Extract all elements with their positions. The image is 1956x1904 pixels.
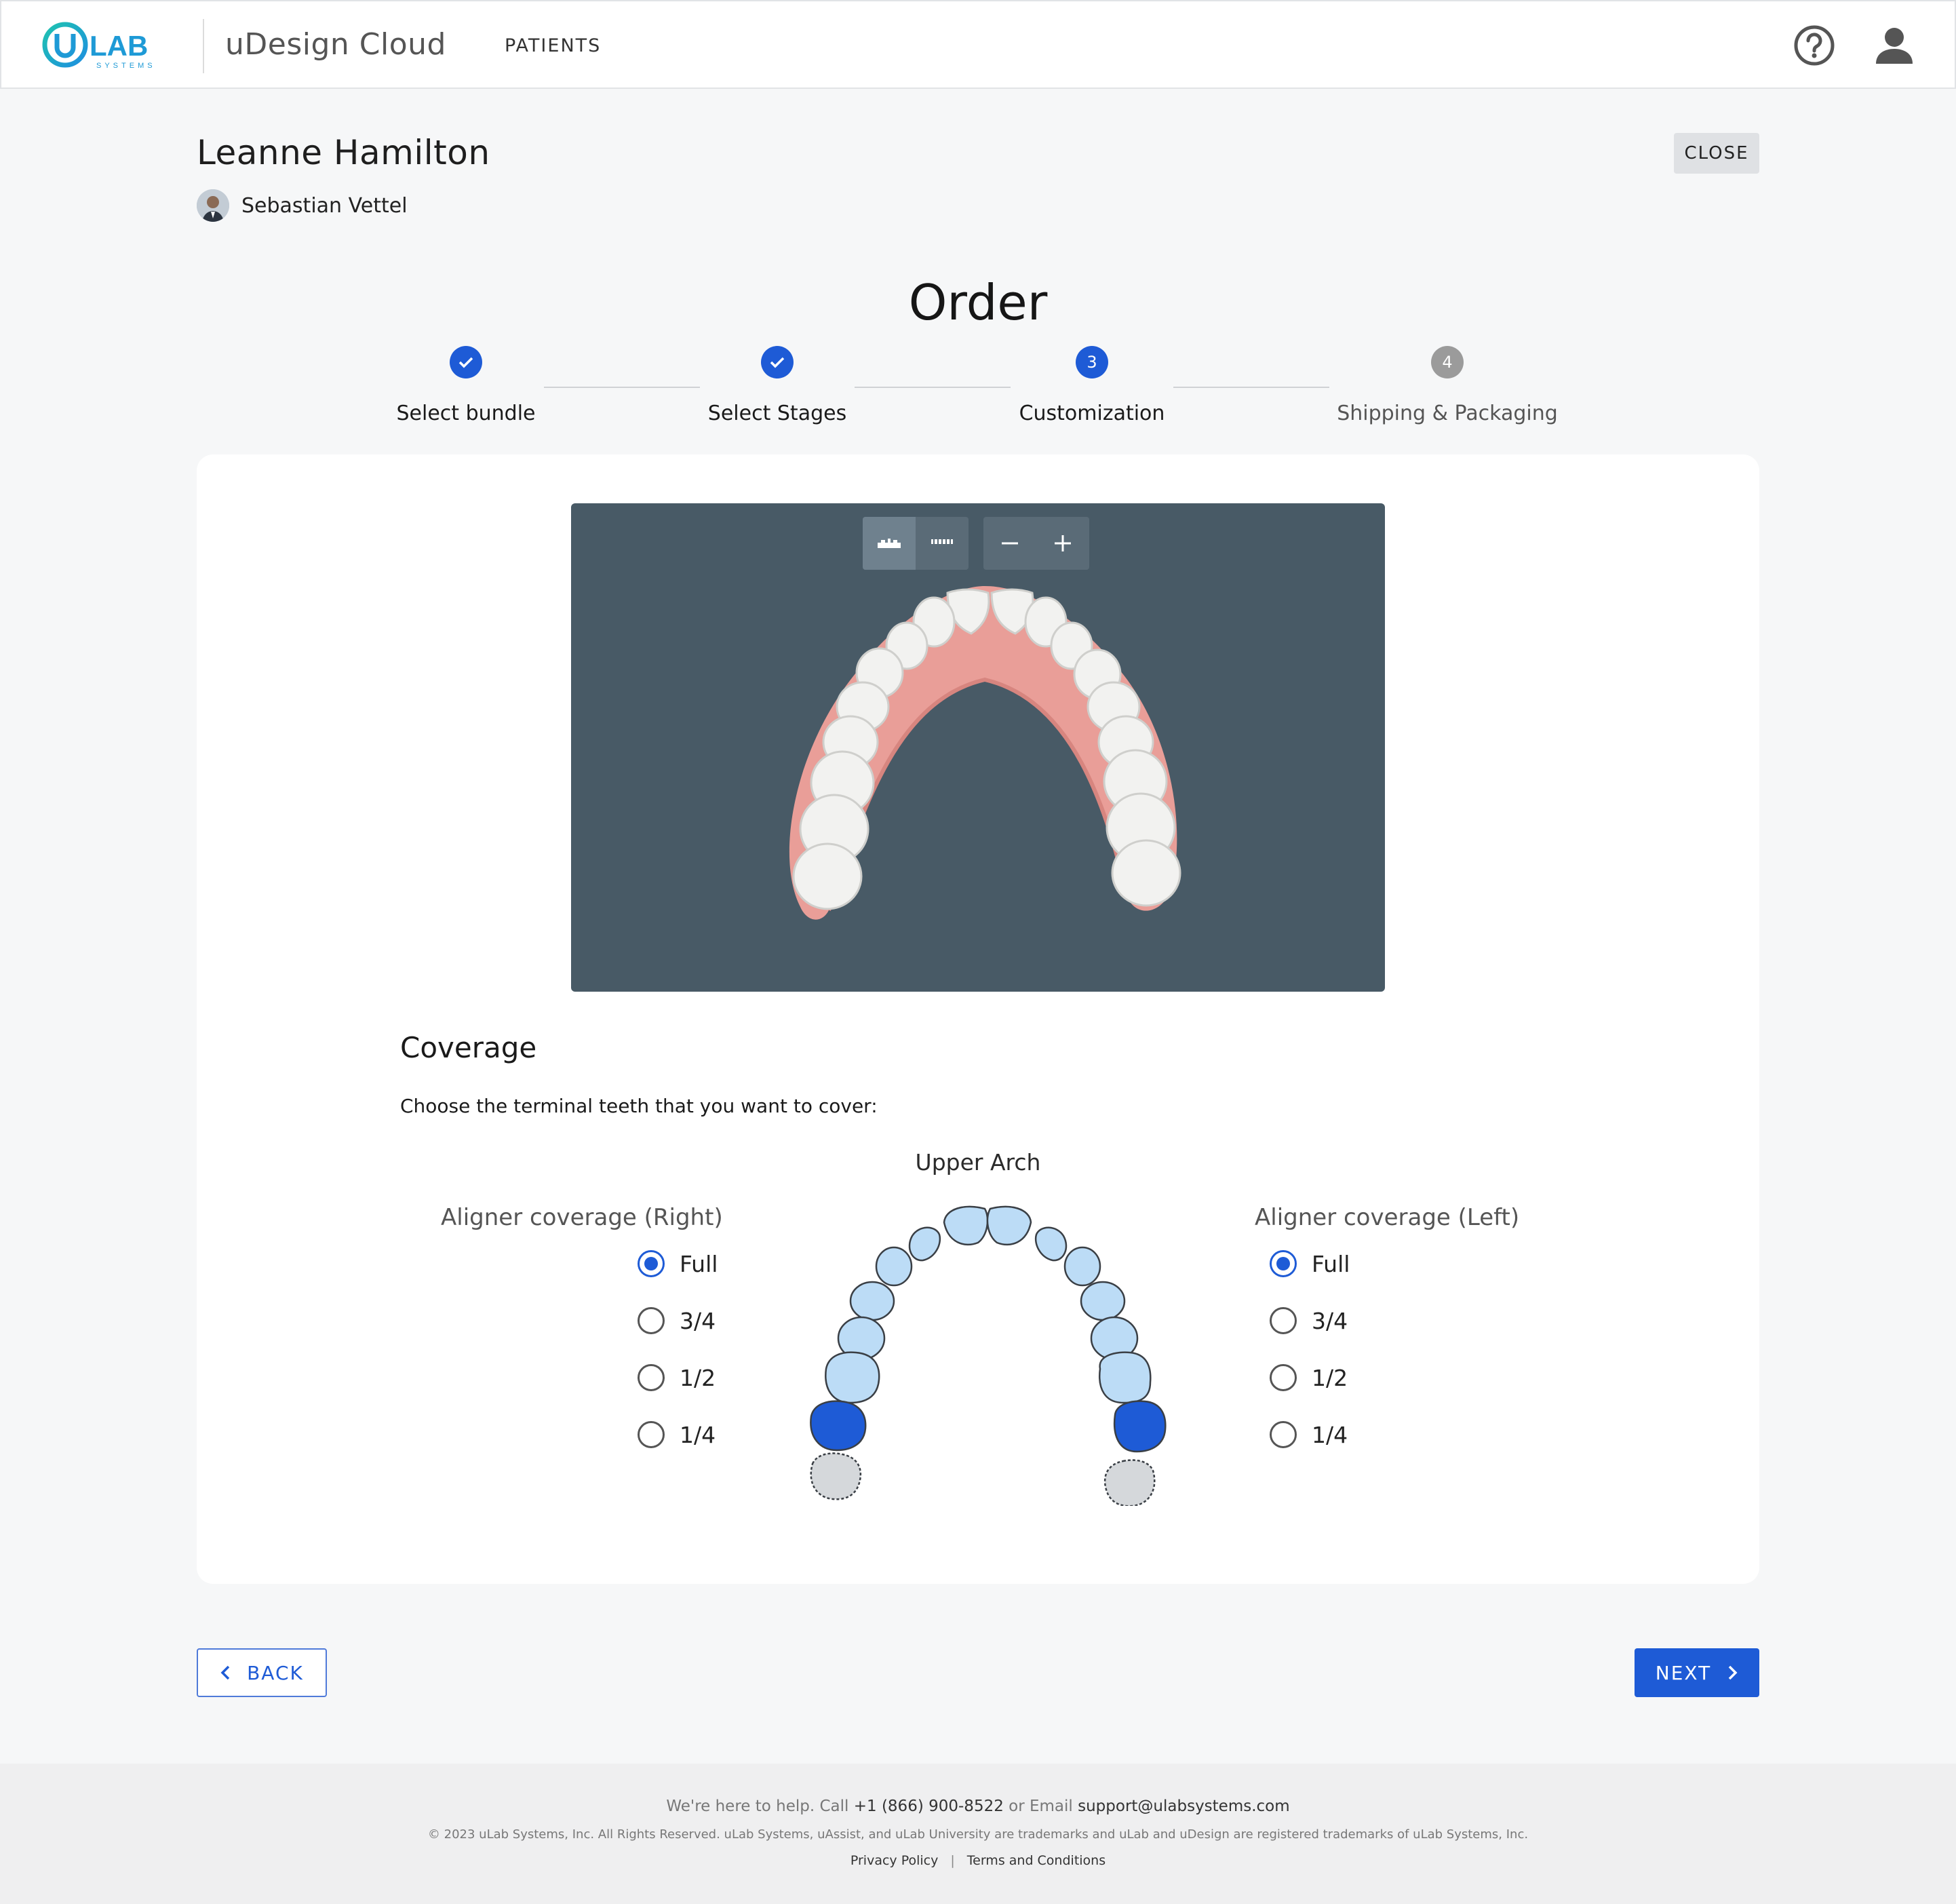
logo-text: LAB bbox=[90, 30, 148, 62]
footer: We're here to help. Call +1 (866) 900-85… bbox=[0, 1764, 1956, 1904]
zoom-group bbox=[983, 517, 1089, 570]
radio-button[interactable] bbox=[1270, 1364, 1297, 1391]
tooth-canine-left[interactable] bbox=[1063, 1246, 1101, 1287]
doctor-info: Sebastian Vettel bbox=[197, 189, 408, 222]
tooth-premolar-1-right[interactable] bbox=[849, 1281, 895, 1321]
footer-help-mid: or Email bbox=[1003, 1798, 1078, 1815]
footer-links: Privacy Policy | Terms and Conditions bbox=[0, 1853, 1956, 1868]
step-select-bundle[interactable]: Select bundle bbox=[310, 346, 622, 425]
back-button-label: BACK bbox=[247, 1661, 304, 1684]
radio-label: 1/4 bbox=[680, 1421, 716, 1448]
radio-button[interactable] bbox=[1270, 1421, 1297, 1448]
back-button[interactable]: BACK bbox=[197, 1648, 327, 1697]
step-label: Select bundle bbox=[396, 402, 536, 425]
tooth-molar-3-left[interactable] bbox=[1103, 1459, 1156, 1506]
left-coverage-full[interactable]: Full bbox=[1270, 1247, 1350, 1281]
tooth-molar-2-right[interactable] bbox=[810, 1400, 867, 1452]
patient-name: Leanne Hamilton bbox=[197, 133, 490, 172]
app-header: LAB SYSTEMS uDesign Cloud PATIENTS bbox=[0, 0, 1956, 89]
radio-button[interactable] bbox=[638, 1364, 665, 1391]
step-check-icon bbox=[450, 346, 482, 378]
tooth-molar-3-right[interactable] bbox=[810, 1452, 862, 1500]
upper-jaw-render bbox=[789, 586, 1181, 920]
tooth-central-incisor-right[interactable] bbox=[943, 1205, 989, 1246]
order-title: Order bbox=[908, 274, 1048, 331]
upper-arch-diagram bbox=[810, 1205, 1167, 1506]
help-icon[interactable] bbox=[1793, 24, 1835, 66]
right-coverage-full[interactable]: Full bbox=[638, 1247, 718, 1281]
radio-label: 1/4 bbox=[1312, 1421, 1348, 1448]
viewer-toolbar bbox=[863, 517, 1089, 570]
left-coverage-heading: Aligner coverage (Left) bbox=[1255, 1204, 1520, 1231]
step-label: Customization bbox=[1019, 402, 1165, 425]
radio-button[interactable] bbox=[638, 1421, 665, 1448]
radio-button[interactable] bbox=[1270, 1307, 1297, 1334]
tooth-molar-2-left[interactable] bbox=[1113, 1400, 1167, 1453]
coverage-title: Coverage bbox=[400, 1031, 537, 1064]
doctor-avatar bbox=[197, 189, 229, 222]
arch-toggle-group bbox=[863, 517, 969, 570]
nav-patients[interactable]: PATIENTS bbox=[505, 35, 601, 56]
radio-label: 3/4 bbox=[1312, 1307, 1348, 1334]
lower-arch-icon[interactable] bbox=[916, 517, 969, 570]
right-coverage-heading: Aligner coverage (Right) bbox=[441, 1204, 723, 1231]
app-title: uDesign Cloud bbox=[225, 27, 446, 62]
footer-help-text: We're here to help. Call +1 (866) 900-85… bbox=[0, 1798, 1956, 1815]
radio-button[interactable] bbox=[638, 1307, 665, 1334]
step-check-icon bbox=[761, 346, 794, 378]
tooth-molar-1-left[interactable] bbox=[1099, 1351, 1152, 1404]
doctor-name: Sebastian Vettel bbox=[241, 193, 408, 218]
next-button-label: NEXT bbox=[1655, 1661, 1712, 1684]
left-coverage-half[interactable]: 1/2 bbox=[1270, 1361, 1348, 1395]
tooth-lateral-incisor-right[interactable] bbox=[908, 1226, 941, 1262]
footer-help-prefix: We're here to help. Call bbox=[666, 1798, 854, 1815]
left-coverage-three-quarter[interactable]: 3/4 bbox=[1270, 1304, 1348, 1338]
footer-link-separator: | bbox=[950, 1853, 955, 1868]
right-coverage-half[interactable]: 1/2 bbox=[638, 1361, 716, 1395]
radio-label: Full bbox=[1312, 1250, 1350, 1277]
ulab-logo[interactable]: LAB SYSTEMS bbox=[41, 19, 176, 73]
tooth-premolar-1-left[interactable] bbox=[1080, 1281, 1126, 1321]
step-customization[interactable]: 3 Customization bbox=[936, 346, 1248, 425]
upper-arch-label: Upper Arch bbox=[915, 1149, 1041, 1176]
step-shipping-packaging[interactable]: 4 Shipping & Packaging bbox=[1291, 346, 1603, 425]
radio-button[interactable] bbox=[638, 1250, 665, 1277]
radio-label: 1/2 bbox=[680, 1364, 716, 1391]
footer-email[interactable]: support@ulabsystems.com bbox=[1078, 1798, 1290, 1815]
coverage-instruction: Choose the terminal teeth that you want … bbox=[400, 1095, 878, 1117]
chevron-right-icon bbox=[1728, 1665, 1738, 1680]
tooth-lateral-incisor-left[interactable] bbox=[1034, 1226, 1068, 1262]
header-divider bbox=[203, 19, 204, 73]
step-select-stages[interactable]: Select Stages bbox=[621, 346, 933, 425]
radio-label: 1/2 bbox=[1312, 1364, 1348, 1391]
chevron-left-icon bbox=[220, 1665, 230, 1680]
upper-arch-icon[interactable] bbox=[863, 517, 916, 570]
close-button[interactable]: CLOSE bbox=[1674, 133, 1759, 174]
footer-copyright: © 2023 uLab Systems, Inc. All Rights Res… bbox=[427, 1827, 1529, 1842]
tooth-central-incisor-left[interactable] bbox=[986, 1205, 1032, 1246]
zoom-out-icon[interactable] bbox=[983, 517, 1036, 570]
next-button[interactable]: NEXT bbox=[1635, 1648, 1759, 1697]
terms-link[interactable]: Terms and Conditions bbox=[967, 1853, 1106, 1868]
left-coverage-quarter[interactable]: 1/4 bbox=[1270, 1418, 1348, 1452]
footer-phone[interactable]: +1 (866) 900-8522 bbox=[854, 1798, 1004, 1815]
logo-subtext: SYSTEMS bbox=[96, 62, 156, 70]
zoom-in-icon[interactable] bbox=[1036, 517, 1089, 570]
step-label: Select Stages bbox=[707, 402, 847, 425]
user-account-icon[interactable] bbox=[1875, 26, 1914, 66]
radio-label: Full bbox=[680, 1250, 718, 1277]
right-coverage-three-quarter[interactable]: 3/4 bbox=[638, 1304, 716, 1338]
step-number-badge: 4 bbox=[1431, 346, 1464, 378]
privacy-policy-link[interactable]: Privacy Policy bbox=[850, 1853, 938, 1868]
step-label: Shipping & Packaging bbox=[1337, 402, 1558, 425]
radio-label: 3/4 bbox=[680, 1307, 716, 1334]
radio-button[interactable] bbox=[1270, 1250, 1297, 1277]
tooth-canine-right[interactable] bbox=[875, 1246, 913, 1287]
3d-arch-viewer[interactable] bbox=[571, 503, 1385, 992]
tooth-molar-1-right[interactable] bbox=[825, 1351, 880, 1404]
right-coverage-quarter[interactable]: 1/4 bbox=[638, 1418, 716, 1452]
step-number-badge: 3 bbox=[1076, 346, 1108, 378]
